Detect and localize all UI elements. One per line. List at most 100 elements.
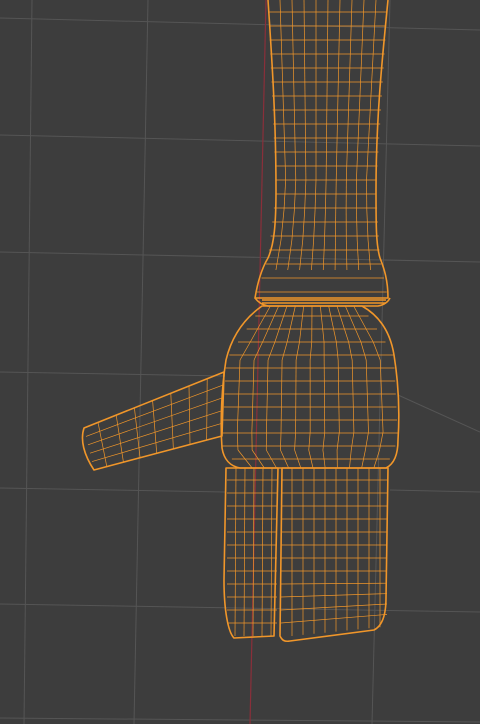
mesh-edge (283, 179, 287, 211)
mesh-edge (336, 305, 344, 325)
mesh-elbow-band[interactable] (254, 297, 391, 307)
mesh-edge (363, 323, 374, 343)
mesh-edge (253, 359, 255, 379)
mesh-edge (293, 89, 295, 121)
mesh-edge (366, 209, 369, 241)
mesh-edge (365, 431, 369, 451)
viewport-canvas[interactable] (0, 0, 480, 724)
grid-line (23, 0, 33, 724)
mesh-edge (170, 393, 174, 449)
mesh-edge (381, 413, 384, 433)
mesh-edge (280, 593, 388, 598)
mesh-edge (299, 323, 302, 343)
mesh-edge (345, 305, 354, 325)
mesh-edge (275, 239, 282, 271)
mesh-edge (280, 29, 283, 61)
grid-line (389, 489, 480, 493)
mesh-edge (362, 0, 365, 31)
mesh-edge (324, 209, 326, 241)
mesh-edge (332, 323, 337, 343)
mesh-edge (366, 149, 369, 181)
mesh-edge (357, 119, 360, 151)
mesh-edge (304, 179, 307, 211)
mesh-wireframe-lines (85, 0, 398, 637)
mesh-edge (352, 323, 362, 343)
mesh-edge (335, 149, 338, 181)
mesh-thumb[interactable] (81, 371, 225, 471)
mesh-edge (292, 29, 294, 61)
mesh-edge (367, 413, 369, 433)
mesh-edge (328, 305, 333, 325)
z-axis-line (249, 0, 267, 724)
mesh-edge (206, 378, 208, 441)
mesh-edge (290, 305, 296, 325)
mesh-edge (237, 395, 240, 415)
mesh-edge (321, 323, 325, 343)
mesh-edge (350, 0, 353, 31)
mesh-outline (81, 371, 225, 471)
grid-line (0, 134, 480, 147)
mesh-edge (349, 29, 352, 61)
mesh-edge (188, 385, 191, 445)
mesh-edge (280, 614, 388, 624)
mesh-edge (280, 209, 285, 241)
mesh-edge (239, 341, 251, 361)
mesh-edge (346, 119, 349, 151)
mesh-edge (322, 239, 325, 271)
mesh-edge (283, 119, 286, 151)
mesh-fingers[interactable] (223, 467, 389, 643)
mesh-edge (336, 431, 340, 451)
mesh-edge (267, 341, 276, 361)
mesh-edge (365, 359, 368, 379)
3d-viewport[interactable] (0, 0, 480, 724)
mesh-edge (345, 239, 348, 271)
mesh-edge (236, 431, 239, 451)
mesh-edge (379, 431, 384, 451)
mesh-edge (337, 59, 340, 91)
mesh-edge (280, 431, 282, 451)
mesh-edge (274, 323, 282, 343)
mesh-outline (262, 299, 386, 304)
mesh-edge (353, 305, 364, 325)
mesh-edge (359, 59, 362, 91)
mesh-edge (280, 582, 388, 585)
mesh-edge (291, 209, 295, 241)
mesh-edge (301, 305, 305, 325)
grid-line (0, 17, 480, 31)
mesh-edge (308, 431, 311, 451)
mesh-edge (313, 209, 316, 241)
mesh-edge (348, 341, 353, 361)
mesh-edge (361, 29, 364, 61)
mesh-edge (302, 209, 306, 241)
mesh-edge (260, 305, 271, 325)
mesh-outline (279, 467, 389, 643)
mesh-edge (309, 341, 313, 361)
mesh-edge (367, 119, 371, 151)
mesh-edge (262, 323, 271, 343)
grid-line (0, 251, 480, 263)
mesh-edge (325, 179, 327, 211)
grid-line (0, 371, 226, 377)
mesh-edge (284, 149, 287, 181)
mesh-edge (236, 413, 239, 433)
mesh-edge (115, 415, 124, 463)
mesh-object[interactable] (81, 0, 400, 643)
mesh-edge (294, 149, 297, 181)
mesh-edge (367, 239, 371, 271)
mesh-edge (311, 239, 314, 271)
mesh-edge (299, 239, 304, 271)
mesh-edge (280, 305, 288, 325)
mesh-edge (360, 341, 367, 361)
mesh-edge (335, 341, 339, 361)
mesh-edge (314, 179, 317, 211)
mesh-edge (152, 400, 158, 454)
mesh-outline (223, 467, 279, 639)
mesh-edge (374, 0, 377, 31)
mesh-edge (356, 149, 359, 181)
mesh-edge (348, 59, 351, 91)
grid-line (397, 394, 480, 433)
mesh-edge (337, 89, 339, 121)
mesh-edge (339, 0, 341, 31)
mesh-edge (282, 89, 285, 121)
mesh-edge (356, 209, 358, 241)
